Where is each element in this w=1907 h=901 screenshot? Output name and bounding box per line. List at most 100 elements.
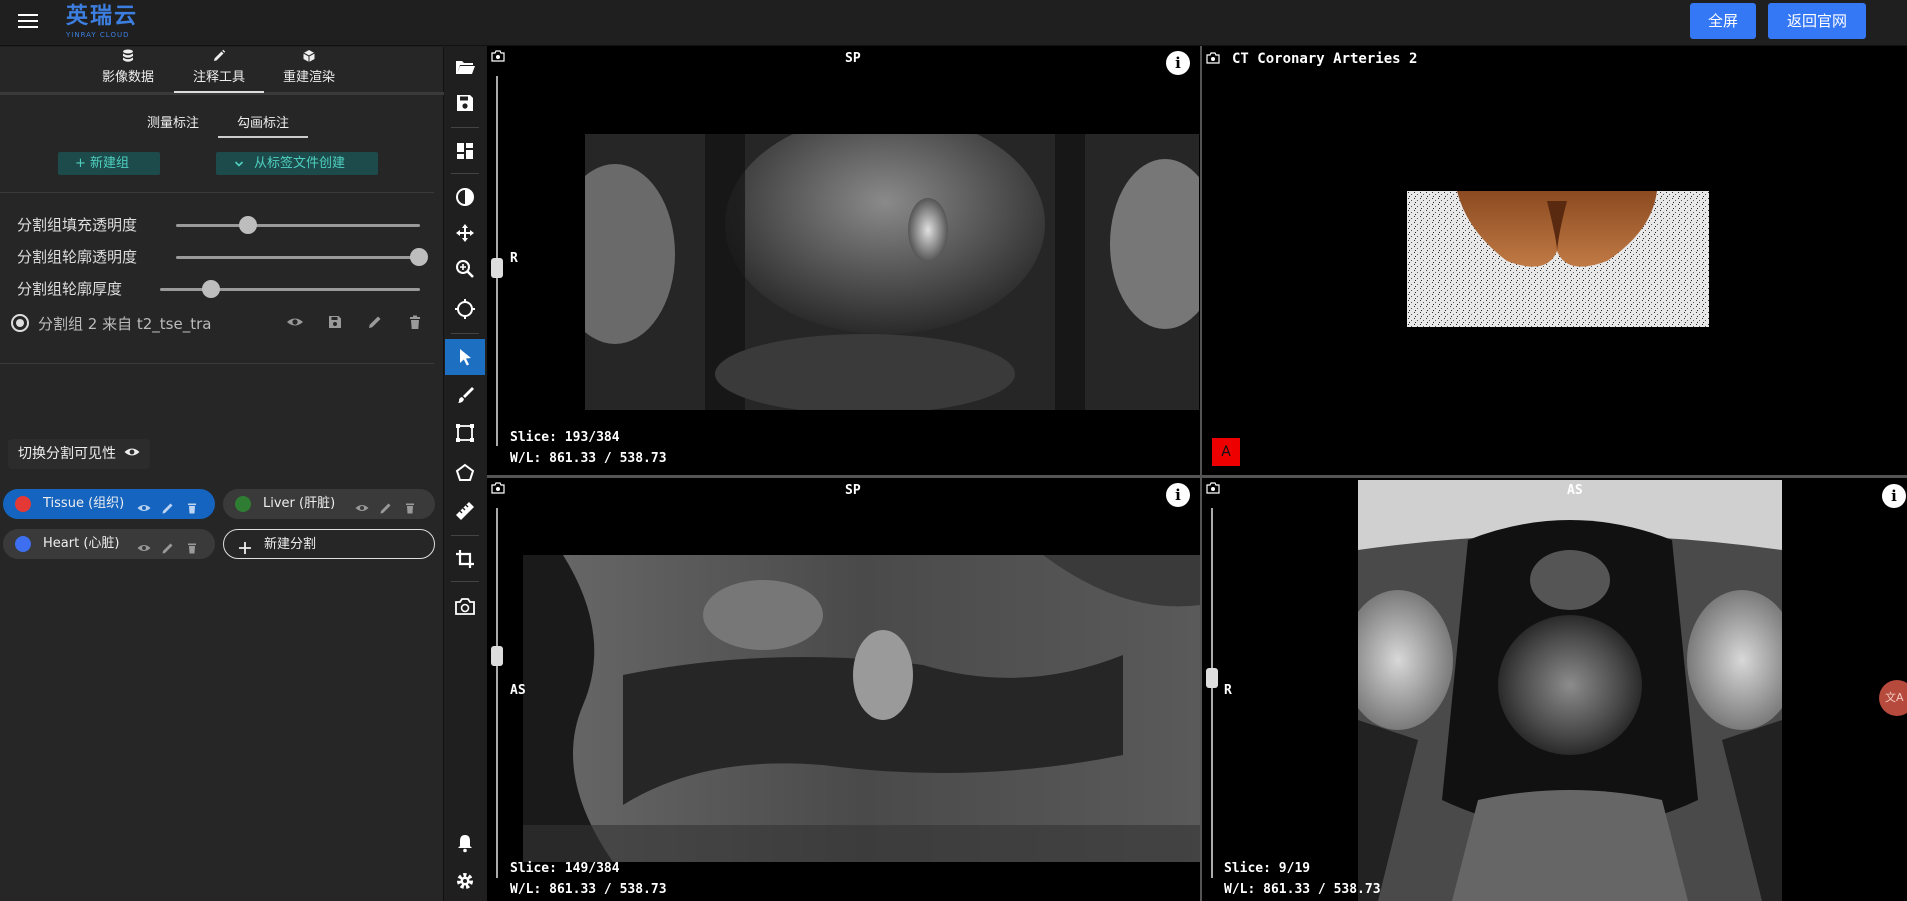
trash-icon[interactable] <box>185 497 199 514</box>
eye-icon[interactable] <box>137 537 151 551</box>
segment-label: Tissue (组织) <box>43 496 125 511</box>
camera-icon[interactable] <box>1206 482 1220 494</box>
info-icon[interactable]: i <box>1166 483 1190 507</box>
tab-label: 重建渲染 <box>282 70 335 85</box>
select-tool[interactable] <box>445 339 485 375</box>
divider <box>0 363 434 364</box>
layout-tool[interactable] <box>445 133 485 169</box>
tool-separator <box>451 535 479 536</box>
outline-thickness-label: 分割组轮廓厚度 <box>17 280 123 298</box>
trash-icon[interactable] <box>403 497 417 514</box>
window-level-tool[interactable] <box>445 179 485 215</box>
plus-icon: + <box>75 156 86 171</box>
segment-label: Heart (心脏) <box>43 536 120 551</box>
trash-icon[interactable] <box>185 537 199 554</box>
info-icon[interactable]: i <box>1166 51 1190 75</box>
outline-opacity-slider-thumb[interactable] <box>410 248 428 266</box>
info-icon[interactable]: i <box>1882 484 1906 508</box>
tab-image-data[interactable]: 影像数据 <box>96 49 160 93</box>
pan-tool[interactable] <box>445 215 485 251</box>
polygon-tool[interactable] <box>445 455 485 491</box>
eye-icon[interactable] <box>355 497 369 511</box>
edit-icon[interactable] <box>379 497 393 514</box>
crop-tool[interactable] <box>445 541 485 577</box>
fill-opacity-slider-thumb[interactable] <box>239 216 257 234</box>
slice-slider-thumb[interactable] <box>1206 668 1218 688</box>
create-from-label-file-button[interactable]: 从标签文件创建 <box>216 152 378 175</box>
tab-measure-annotation[interactable]: 测量标注 <box>138 110 208 138</box>
segmentation-group-name: 分割组 2 来自 t2_tse_tra <box>38 315 212 333</box>
viewport-bottom-right[interactable]: AS R i Slice: 9/19 W/L: 861.33 / 538.73 <box>1202 478 1907 901</box>
slice-slider-track[interactable] <box>496 508 498 878</box>
segment-color-dot <box>15 496 31 512</box>
edit-icon[interactable] <box>161 497 175 514</box>
edit-icon[interactable] <box>161 537 175 554</box>
new-group-label: 新建组 <box>90 156 130 171</box>
length-measure-tool[interactable] <box>445 493 485 529</box>
new-group-button[interactable]: + 新建组 <box>58 152 160 175</box>
edit-icon[interactable] <box>366 313 384 331</box>
segment-color-dot <box>235 496 251 512</box>
camera-icon[interactable] <box>491 50 505 62</box>
eye-icon[interactable] <box>286 313 304 331</box>
3d-volume-render <box>1407 191 1709 327</box>
crosshair-tool[interactable] <box>445 291 485 327</box>
tab-label: 注释工具 <box>192 70 245 85</box>
fill-opacity-label: 分割组填充透明度 <box>17 216 138 234</box>
settings-tool[interactable] <box>445 863 485 899</box>
slice-slider-track[interactable] <box>1211 508 1213 878</box>
slice-number: Slice: 193/384 <box>510 430 620 445</box>
brush-tool[interactable] <box>445 377 485 413</box>
camera-icon[interactable] <box>1206 52 1220 64</box>
radio-selected-icon[interactable] <box>11 314 29 332</box>
orientation-side-label: R <box>510 251 518 266</box>
tool-separator <box>451 127 479 128</box>
database-icon <box>96 49 160 69</box>
save-tool[interactable] <box>445 85 485 121</box>
open-folder-tool[interactable] <box>445 49 485 85</box>
segment-chip-heart[interactable]: Heart (心脏) <box>3 529 215 559</box>
save-icon[interactable] <box>326 313 344 331</box>
slice-number: Slice: 149/384 <box>510 861 620 876</box>
window-level-readout: W/L: 861.33 / 538.73 <box>510 882 667 897</box>
translate-float-button[interactable]: 文A <box>1879 680 1907 716</box>
logo-sub: YINRAY CLOUD <box>66 31 130 39</box>
outline-thickness-slider-thumb[interactable] <box>202 280 220 298</box>
toggle-segmentation-visibility-button[interactable]: 切换分割可见性 <box>8 439 151 469</box>
viewport-top-right-3d[interactable]: CT Coronary Arteries 2 A <box>1202 46 1907 475</box>
tab-annotation-tools[interactable]: 注释工具 <box>174 49 264 93</box>
new-segment-button[interactable]: 新建分割 <box>223 529 435 559</box>
outline-thickness-slider[interactable] <box>160 288 420 291</box>
tab-contour-annotation[interactable]: 勾画标注 <box>218 110 308 138</box>
trash-icon[interactable] <box>406 313 424 331</box>
segmentation-group-row[interactable]: 分割组 2 来自 t2_tse_tra <box>8 310 428 334</box>
orientation-side-label: R <box>1224 683 1232 698</box>
viewport-bottom-left[interactable]: SP AS i Slice: 149/384 W/L: 861.33 / 538… <box>487 478 1200 901</box>
slice-slider-thumb[interactable] <box>491 646 503 666</box>
zoom-tool[interactable] <box>445 251 485 287</box>
fullscreen-button[interactable]: 全屏 <box>1690 3 1756 39</box>
notifications-tool[interactable] <box>445 825 485 861</box>
tab-reconstruction[interactable]: 重建渲染 <box>274 49 344 93</box>
outline-opacity-label: 分割组轮廓透明度 <box>17 248 138 266</box>
back-to-site-button[interactable]: 返回官网 <box>1768 3 1866 39</box>
slice-slider-thumb[interactable] <box>491 258 503 278</box>
create-from-label-file-label: 从标签文件创建 <box>254 156 346 171</box>
segment-color-dot <box>15 536 31 552</box>
tool-separator <box>451 173 479 174</box>
eye-icon[interactable] <box>137 497 151 511</box>
viewport-top-left[interactable]: SP R i Slice: 193/384 W/L: 861.33 / 538.… <box>487 46 1200 475</box>
camera-icon[interactable] <box>491 482 505 494</box>
sagittal-mri-image <box>523 555 1200 862</box>
screenshot-tool[interactable] <box>445 589 485 625</box>
segment-chip-tissue[interactable]: Tissue (组织) <box>3 489 215 519</box>
menu-icon[interactable] <box>18 13 38 29</box>
rectangle-roi-tool[interactable] <box>445 415 485 451</box>
orientation-side-label: AS <box>510 683 526 698</box>
window-level-readout: W/L: 861.33 / 538.73 <box>1224 882 1381 897</box>
segment-chip-liver[interactable]: Liver (肝脏) <box>223 489 435 519</box>
tool-strip <box>445 47 485 901</box>
fill-opacity-slider[interactable] <box>176 224 420 227</box>
tool-separator <box>451 581 479 582</box>
outline-opacity-slider[interactable] <box>176 256 420 259</box>
